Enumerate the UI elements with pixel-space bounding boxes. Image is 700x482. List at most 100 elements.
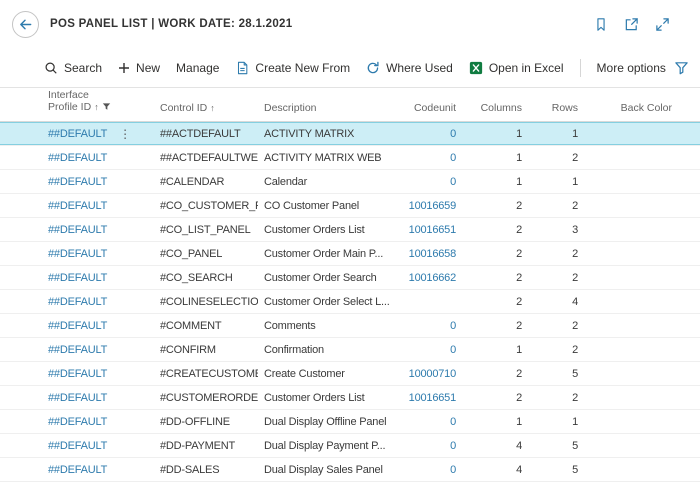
codeunit-link[interactable]: 0 (398, 128, 464, 140)
column-header-interface-profile-id[interactable]: Interface Profile ID↑ (42, 89, 154, 121)
table-row[interactable]: ##DEFAULT ⋮ #DD-SALES Dual Display Sales… (0, 458, 700, 482)
codeunit-link[interactable]: 10016651 (398, 392, 464, 404)
sort-asc-icon: ↑ (94, 102, 99, 112)
codeunit-link[interactable]: 0 (398, 176, 464, 188)
row-menu-icon[interactable]: ⋮ (119, 128, 131, 140)
table-row[interactable]: ##DEFAULT ⋮ ##ACTDEFAULTWEB ACTIVITY MAT… (0, 146, 700, 170)
profile-id-link[interactable]: ##DEFAULT (48, 320, 107, 332)
filter-icon[interactable] (674, 60, 689, 75)
more-options-button[interactable]: More options (589, 56, 674, 80)
open-in-excel-button[interactable]: Open in Excel (461, 56, 572, 80)
profile-id-link[interactable]: ##DEFAULT (48, 128, 107, 140)
page-header-icons (594, 17, 670, 32)
table-row[interactable]: ##DEFAULT ⋮ #CREATECUSTOMER Create Custo… (0, 362, 700, 386)
search-button[interactable]: Search (36, 56, 110, 80)
interface-profile-id-cell: ##DEFAULT ⋮ (42, 464, 154, 476)
profile-id-link[interactable]: ##DEFAULT (48, 176, 107, 188)
interface-profile-id-line2: Profile ID (48, 101, 91, 113)
profile-id-link[interactable]: ##DEFAULT (48, 296, 107, 308)
where-used-button[interactable]: Where Used (358, 56, 461, 80)
manage-button[interactable]: Manage (168, 56, 227, 80)
codeunit-link[interactable]: 10016651 (398, 224, 464, 236)
manage-label: Manage (176, 61, 219, 75)
control-id-cell: #DD-OFFLINE (154, 416, 258, 428)
profile-id-link[interactable]: ##DEFAULT (48, 272, 107, 284)
column-header-columns[interactable]: Columns (464, 102, 530, 121)
table-row[interactable]: ##DEFAULT ⋮ #CALENDAR Calendar 0 1 1 (0, 170, 700, 194)
interface-profile-id-cell: ##DEFAULT ⋮ (42, 176, 154, 188)
description-cell: Comments (258, 320, 398, 332)
table-row[interactable]: ##DEFAULT ⋮ #CO_LIST_PANEL Customer Orde… (0, 218, 700, 242)
table-row[interactable]: ##DEFAULT ⋮ #CONFIRM Confirmation 0 1 2 (0, 338, 700, 362)
interface-profile-id-cell: ##DEFAULT ⋮ (42, 368, 154, 380)
profile-id-link[interactable]: ##DEFAULT (48, 344, 107, 356)
codeunit-link[interactable]: 10000710 (398, 368, 464, 380)
interface-profile-id-cell: ##DEFAULT ⋮ (42, 344, 154, 356)
back-button[interactable] (12, 11, 39, 38)
table-body: ##DEFAULT ⋮ ##ACTDEFAULT ACTIVITY MATRIX… (0, 122, 700, 482)
table-row[interactable]: ##DEFAULT ⋮ #CO_PANEL Customer Order Mai… (0, 242, 700, 266)
description-cell: Calendar (258, 176, 398, 188)
column-header-rows[interactable]: Rows (530, 102, 586, 121)
profile-id-link[interactable]: ##DEFAULT (48, 368, 107, 380)
control-id-cell: #CALENDAR (154, 176, 258, 188)
control-id-cell: #CO_PANEL (154, 248, 258, 260)
table-row[interactable]: ##DEFAULT ⋮ #COLINESELECTION Customer Or… (0, 290, 700, 314)
codeunit-link[interactable]: 0 (398, 416, 464, 428)
new-button[interactable]: New (110, 56, 168, 80)
table-row[interactable]: ##DEFAULT ⋮ #CO_SEARCH Customer Order Se… (0, 266, 700, 290)
column-header-description[interactable]: Description (258, 102, 398, 121)
codeunit-link[interactable]: 10016658 (398, 248, 464, 260)
create-new-from-button[interactable]: Create New From (227, 56, 358, 80)
table-row[interactable]: ##DEFAULT ⋮ #CUSTOMERORDERLIST Customer … (0, 386, 700, 410)
interface-profile-id-cell: ##DEFAULT ⋮ (42, 200, 154, 212)
columns-cell: 1 (464, 344, 530, 356)
rows-cell: 2 (530, 152, 586, 164)
profile-id-link[interactable]: ##DEFAULT (48, 248, 107, 260)
app-window: POS PANEL LIST | WORK DATE: 28.1.2021 Se… (0, 0, 700, 482)
profile-id-link[interactable]: ##DEFAULT (48, 416, 107, 428)
profile-id-link[interactable]: ##DEFAULT (48, 464, 107, 476)
rows-cell: 3 (530, 224, 586, 236)
interface-profile-id-line1: Interface (48, 89, 154, 102)
column-header-control-id[interactable]: Control ID↑ (154, 102, 258, 121)
control-id-cell: #CO_LIST_PANEL (154, 224, 258, 236)
toolbar-right-icons (674, 60, 700, 75)
search-icon (44, 61, 58, 75)
table-row[interactable]: ##DEFAULT ⋮ #COMMENT Comments 0 2 2 (0, 314, 700, 338)
codeunit-link[interactable]: 10016659 (398, 200, 464, 212)
bookmark-icon[interactable] (594, 17, 608, 32)
back-arrow-icon (18, 17, 33, 32)
interface-profile-id-cell: ##DEFAULT ⋮ (42, 416, 154, 428)
expand-icon[interactable] (655, 17, 670, 32)
rows-cell: 2 (530, 200, 586, 212)
table-row[interactable]: ##DEFAULT ⋮ ##ACTDEFAULT ACTIVITY MATRIX… (0, 122, 700, 146)
profile-id-link[interactable]: ##DEFAULT (48, 200, 107, 212)
codeunit-link[interactable]: 0 (398, 440, 464, 452)
action-bar: Search New Manage Create New From Where … (0, 48, 700, 88)
codeunit-link[interactable]: 0 (398, 320, 464, 332)
column-header-back-color[interactable]: Back Color (586, 102, 700, 121)
codeunit-link[interactable]: 0 (398, 344, 464, 356)
codeunit-link[interactable]: 0 (398, 152, 464, 164)
profile-id-link[interactable]: ##DEFAULT (48, 392, 107, 404)
popout-icon[interactable] (624, 17, 639, 32)
codeunit-link[interactable]: 0 (398, 464, 464, 476)
table-row[interactable]: ##DEFAULT ⋮ #CO_CUSTOMER_PANEL CO Custom… (0, 194, 700, 218)
profile-id-link[interactable]: ##DEFAULT (48, 152, 107, 164)
new-label: New (136, 61, 160, 75)
columns-cell: 2 (464, 248, 530, 260)
rows-cell: 5 (530, 440, 586, 452)
more-options-label: More options (597, 61, 666, 75)
interface-profile-id-cell: ##DEFAULT ⋮ (42, 272, 154, 284)
description-cell: Dual Display Payment P... (258, 440, 398, 452)
rows-cell: 1 (530, 416, 586, 428)
where-used-label: Where Used (386, 61, 453, 75)
profile-id-link[interactable]: ##DEFAULT (48, 224, 107, 236)
column-header-codeunit[interactable]: Codeunit (398, 102, 464, 121)
profile-id-link[interactable]: ##DEFAULT (48, 440, 107, 452)
table-row[interactable]: ##DEFAULT ⋮ #DD-OFFLINE Dual Display Off… (0, 410, 700, 434)
page-header: POS PANEL LIST | WORK DATE: 28.1.2021 (0, 0, 700, 48)
table-row[interactable]: ##DEFAULT ⋮ #DD-PAYMENT Dual Display Pay… (0, 434, 700, 458)
codeunit-link[interactable]: 10016662 (398, 272, 464, 284)
